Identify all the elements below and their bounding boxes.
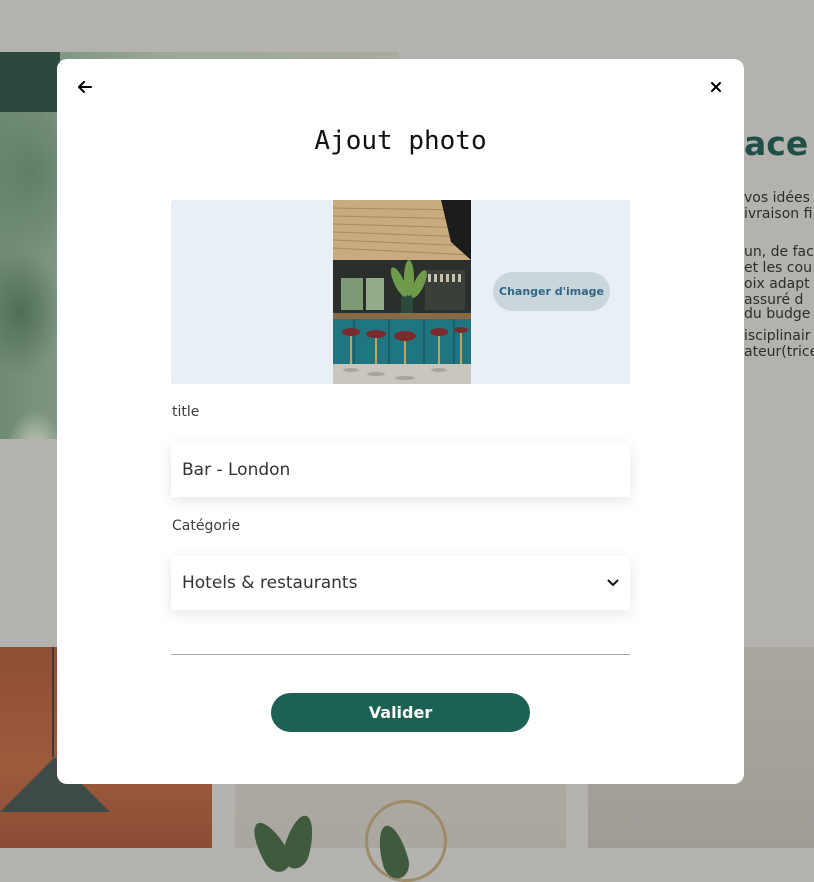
category-select[interactable]: Hotels & restaurants [171, 556, 630, 610]
image-upload-zone: Changer d'image [171, 200, 630, 384]
close-icon [711, 82, 721, 92]
bar-photo-image [333, 200, 471, 384]
form-divider [171, 654, 630, 655]
lamp-cord [52, 647, 54, 757]
modal-title: Ajout photo [314, 126, 487, 156]
background-plant-shadow [0, 52, 60, 112]
photo-preview [333, 200, 471, 384]
change-image-button[interactable]: Changer d'image [493, 272, 610, 311]
category-label: Catégorie [172, 518, 241, 534]
title-label: title [172, 404, 200, 420]
background-text-line: un, de fac [744, 244, 814, 260]
arrow-left-icon [78, 81, 92, 93]
background-text-line: ateur(trice [744, 344, 814, 360]
category-selected-value: Hotels & restaurants [182, 573, 358, 593]
title-input[interactable] [171, 443, 630, 497]
submit-button[interactable]: Valider [271, 693, 530, 732]
background-text-line: et les cou [744, 260, 812, 276]
back-button[interactable] [75, 77, 95, 97]
background-text-line: oix adapt [744, 276, 810, 292]
background-heading: ace [744, 124, 809, 163]
background-text-line: du budge [744, 306, 811, 322]
close-button[interactable] [706, 77, 726, 97]
chevron-down-icon [607, 579, 619, 586]
background-text-line: vos idées [744, 190, 810, 206]
background-text-line: isciplinair [744, 328, 811, 344]
add-photo-modal: Ajout photo Changer d'image title Bar - … [57, 59, 744, 784]
background-text-line: ivraison fi [744, 206, 813, 222]
